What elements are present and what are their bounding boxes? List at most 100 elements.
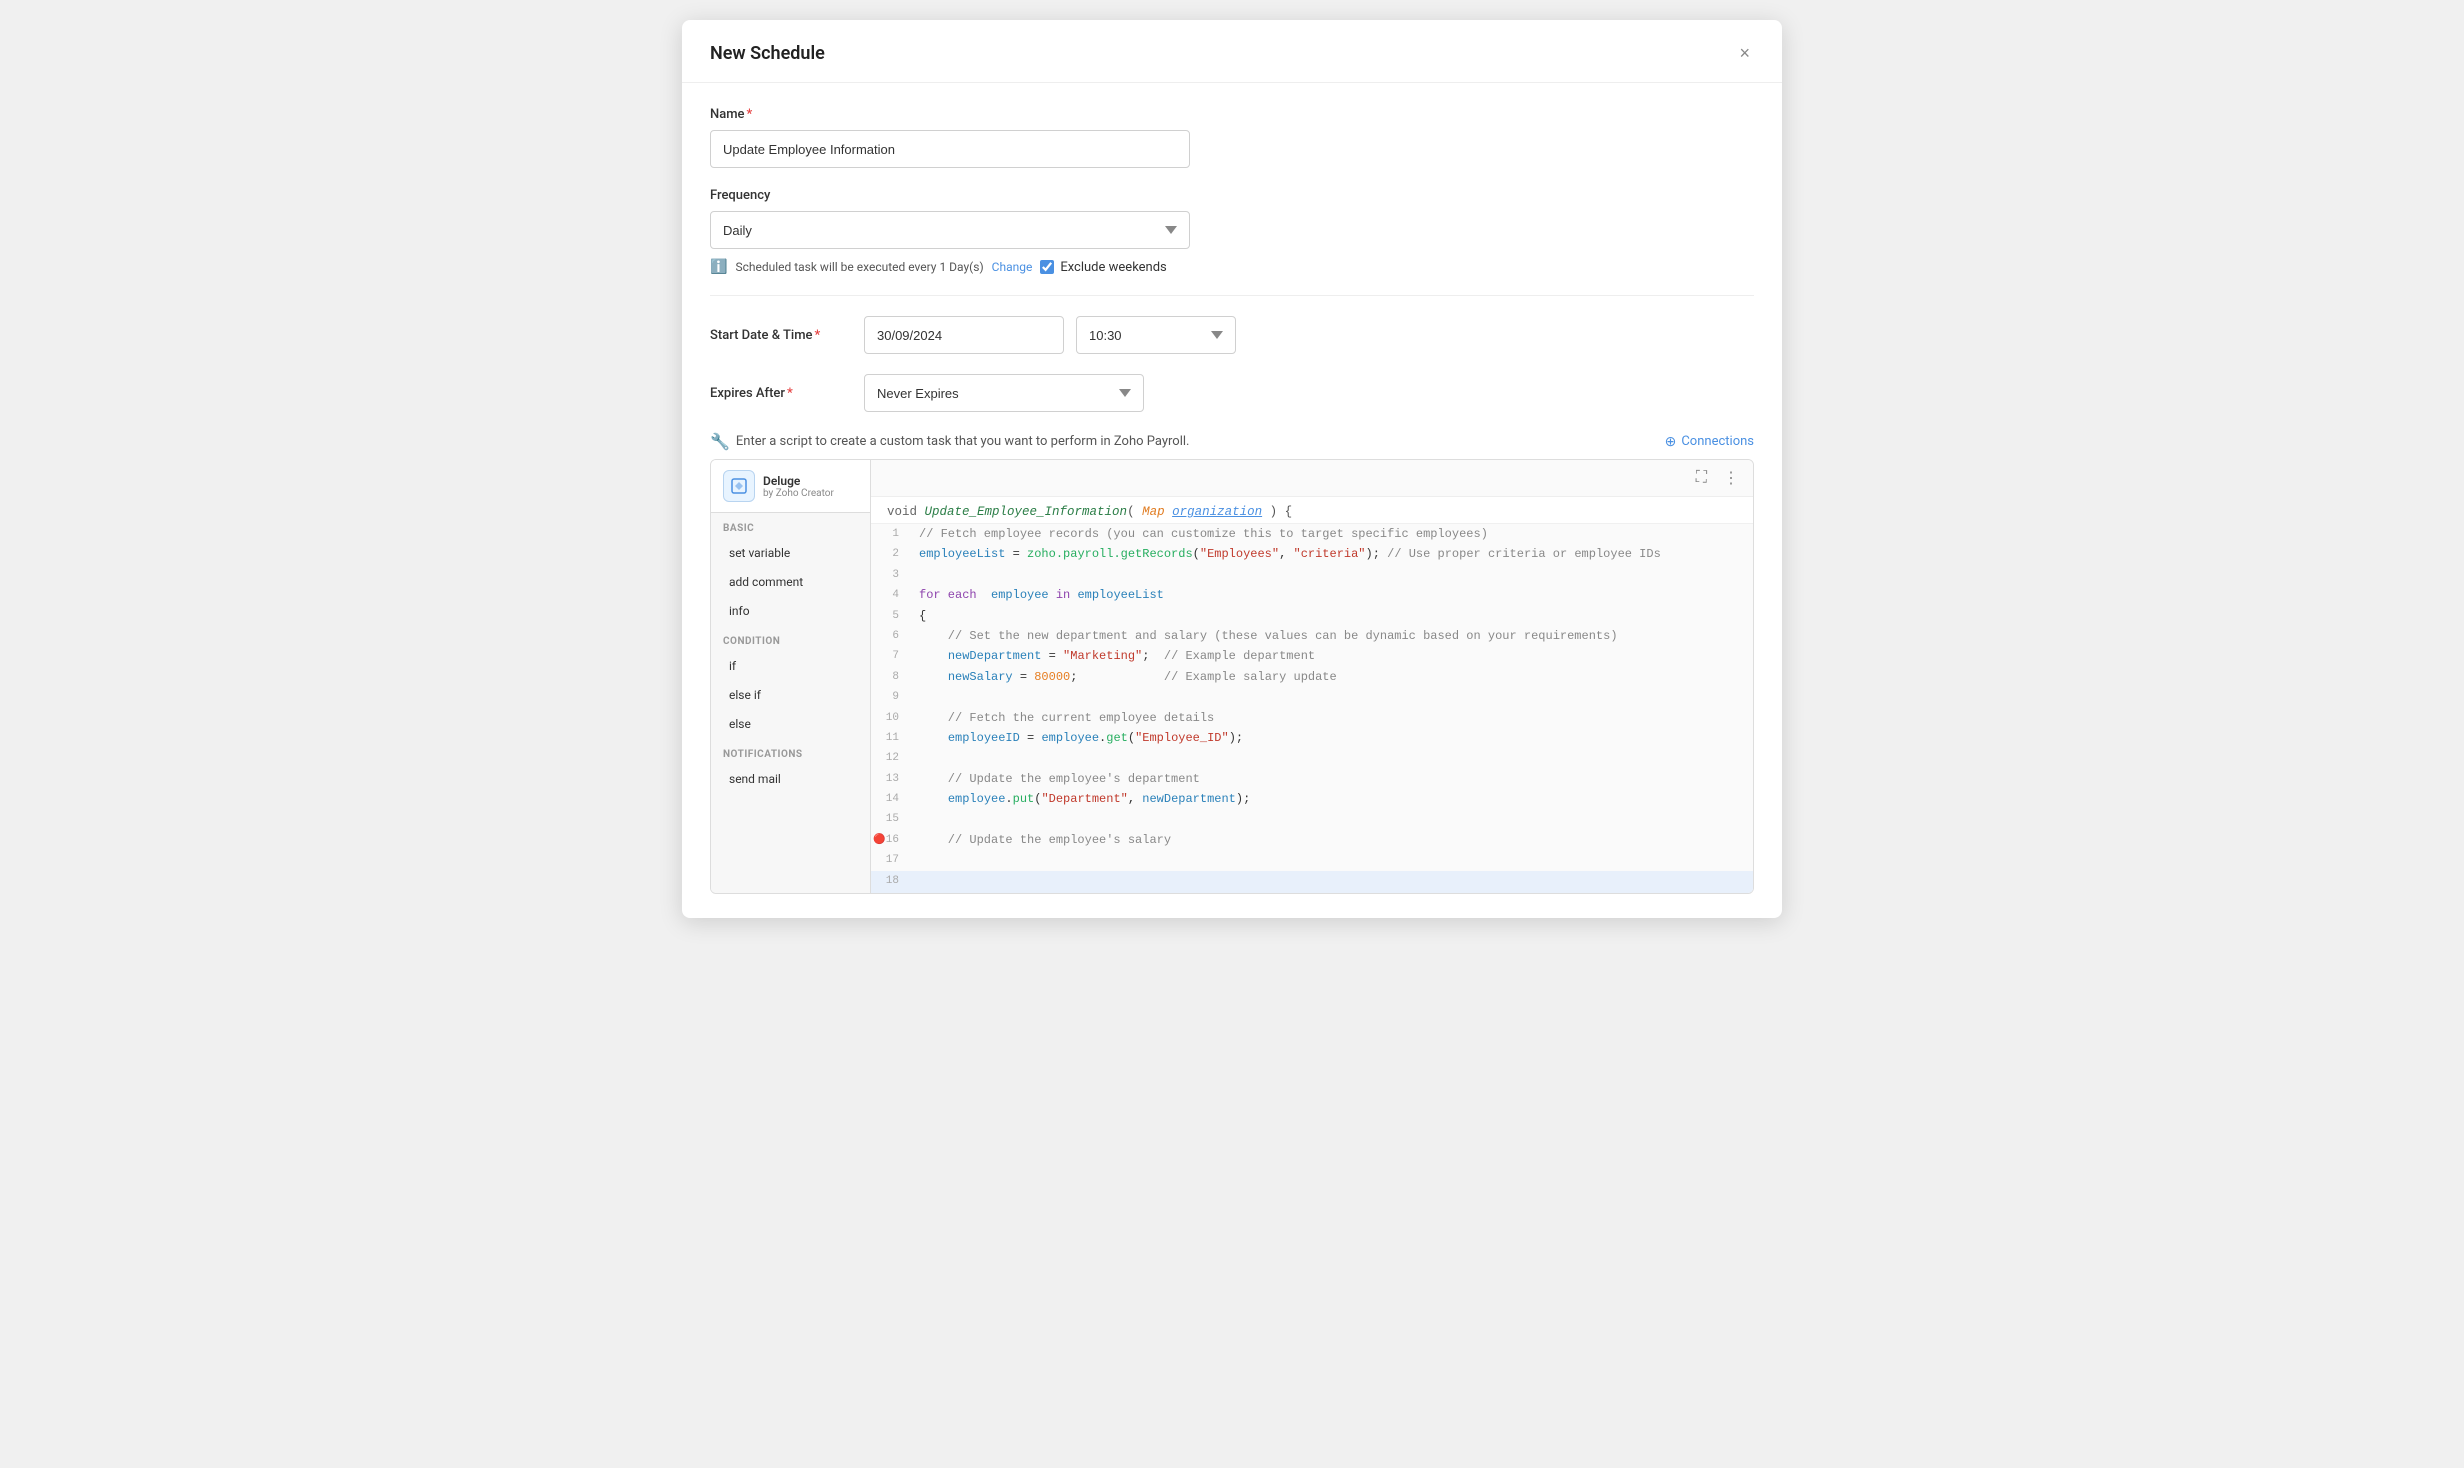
modal-title: New Schedule xyxy=(710,43,825,64)
line-num-16: 🔴 16 xyxy=(871,830,911,850)
line-num-2: 2 xyxy=(871,544,911,564)
function-header: void Update_Employee_Information( Map or… xyxy=(871,497,1753,524)
function-name: Update_Employee_Information xyxy=(925,505,1128,519)
script-info-bar: 🔧 Enter a script to create a custom task… xyxy=(710,432,1754,451)
exclude-weekends-label[interactable]: Exclude weekends xyxy=(1040,260,1166,275)
sidebar-item-info[interactable]: info xyxy=(717,597,864,625)
line-code-14: employee.put("Department", newDepartment… xyxy=(911,789,1258,809)
frequency-select[interactable]: Daily Weekly Monthly xyxy=(710,211,1190,249)
line-code-18 xyxy=(911,871,934,893)
line-num-11: 11 xyxy=(871,728,911,748)
line-code-4: for each employee in employeeList xyxy=(911,585,1172,605)
code-toolbar: ⛶ ⋮ xyxy=(871,460,1753,497)
name-section: Name* xyxy=(710,107,1754,168)
code-line-1: 1 // Fetch employee records (you can cus… xyxy=(871,524,1753,544)
line-code-6: // Set the new department and salary (th… xyxy=(911,626,1626,646)
basic-section-label: BASIC xyxy=(711,513,870,538)
expires-label: Expires After* xyxy=(710,386,840,401)
line-code-3 xyxy=(911,565,934,585)
code-line-14: 14 employee.put("Department", newDepartm… xyxy=(871,789,1753,809)
change-link[interactable]: Change xyxy=(992,260,1033,274)
sidebar-item-add-comment[interactable]: add comment xyxy=(717,568,864,596)
start-datetime-label: Start Date & Time* xyxy=(710,328,840,343)
line-num-13: 13 xyxy=(871,769,911,789)
name-label: Name* xyxy=(710,107,1754,122)
organization-link[interactable]: organization xyxy=(1172,505,1262,519)
start-datetime-row: Start Date & Time* 10:30 09:00 11:00 12:… xyxy=(710,316,1754,354)
code-panel[interactable]: ⛶ ⋮ void Update_Employee_Information( Ma… xyxy=(871,460,1753,893)
script-hint: 🔧 Enter a script to create a custom task… xyxy=(710,432,1189,451)
line-num-7: 7 xyxy=(871,646,911,666)
expires-row: Expires After* Never Expires After 1 occ… xyxy=(710,374,1754,412)
condition-section-label: CONDITION xyxy=(711,626,870,651)
line-num-10: 10 xyxy=(871,708,911,728)
code-line-3: 3 xyxy=(871,565,1753,585)
sidebar-item-set-variable[interactable]: set variable xyxy=(717,539,864,567)
expires-select[interactable]: Never Expires After 1 occurrence After 5… xyxy=(864,374,1144,412)
modal-body: Name* Frequency Daily Weekly Monthly ℹ️ … xyxy=(682,83,1782,918)
error-indicator: 🔴 xyxy=(873,832,885,849)
code-line-6: 6 // Set the new department and salary (… xyxy=(871,626,1753,646)
more-options-button[interactable]: ⋮ xyxy=(1719,466,1743,490)
line-num-1: 1 xyxy=(871,524,911,544)
code-line-9: 9 xyxy=(871,687,1753,707)
line-num-4: 4 xyxy=(871,585,911,605)
deluge-icon xyxy=(723,470,755,502)
sidebar-item-else-if[interactable]: else if xyxy=(717,681,864,709)
paren-open: ( xyxy=(1127,505,1142,519)
code-line-15: 15 xyxy=(871,809,1753,829)
wrench-icon: 🔧 xyxy=(710,432,730,451)
modal-header: New Schedule × xyxy=(682,20,1782,83)
line-num-15: 15 xyxy=(871,809,911,829)
line-num-9: 9 xyxy=(871,687,911,707)
code-sidebar: Deluge by Zoho Creator BASIC set variabl… xyxy=(711,460,871,893)
date-time-row: 10:30 09:00 11:00 12:00 xyxy=(864,316,1236,354)
code-line-17: 17 xyxy=(871,850,1753,870)
connections-link[interactable]: ⊕ Connections xyxy=(1665,434,1754,450)
code-area[interactable]: void Update_Employee_Information( Map or… xyxy=(871,497,1753,893)
frequency-section: Frequency Daily Weekly Monthly ℹ️ Schedu… xyxy=(710,188,1754,275)
sidebar-item-send-mail[interactable]: send mail xyxy=(717,765,864,793)
code-line-7: 7 newDepartment = "Marketing"; // Exampl… xyxy=(871,646,1753,666)
line-num-12: 12 xyxy=(871,748,911,768)
line-code-5: { xyxy=(911,606,934,626)
paren-close: ) { xyxy=(1262,505,1292,519)
line-num-18: 18 xyxy=(871,871,911,893)
new-schedule-modal: New Schedule × Name* Frequency Daily Wee… xyxy=(682,20,1782,918)
code-line-18[interactable]: 18 xyxy=(871,871,1753,893)
name-required: * xyxy=(747,107,753,122)
line-code-13: // Update the employee's department xyxy=(911,769,1208,789)
name-input[interactable] xyxy=(710,130,1190,168)
notifications-section-label: NOTIFICATIONS xyxy=(711,739,870,764)
line-num-3: 3 xyxy=(871,565,911,585)
code-line-8: 8 newSalary = 80000; // Example salary u… xyxy=(871,667,1753,687)
code-line-11: 11 employeeID = employee.get("Employee_I… xyxy=(871,728,1753,748)
sidebar-item-else[interactable]: else xyxy=(717,710,864,738)
line-code-16: // Update the employee's salary xyxy=(911,830,1179,850)
connections-circle-icon: ⊕ xyxy=(1665,434,1677,450)
frequency-info-text: Scheduled task will be executed every 1 … xyxy=(735,260,983,274)
line-code-1: // Fetch employee records (you can custo… xyxy=(911,524,1496,544)
line-num-14: 14 xyxy=(871,789,911,809)
deluge-header: Deluge by Zoho Creator xyxy=(711,460,870,513)
line-code-12 xyxy=(911,748,934,768)
exclude-weekends-checkbox[interactable] xyxy=(1040,260,1054,274)
line-code-10: // Fetch the current employee details xyxy=(911,708,1222,728)
code-line-16: 🔴 16 // Update the employee's salary xyxy=(871,830,1753,850)
code-line-10: 10 // Fetch the current employee details xyxy=(871,708,1753,728)
divider-1 xyxy=(710,295,1754,296)
deluge-text: Deluge by Zoho Creator xyxy=(763,474,834,499)
code-line-2: 2 employeeList = zoho.payroll.getRecords… xyxy=(871,544,1753,564)
line-code-15 xyxy=(911,809,934,829)
code-line-12: 12 xyxy=(871,748,1753,768)
start-date-input[interactable] xyxy=(864,316,1064,354)
void-keyword: void xyxy=(887,505,925,519)
code-line-4: 4 for each employee in employeeList xyxy=(871,585,1753,605)
close-button[interactable]: × xyxy=(1735,40,1754,66)
line-code-2: employeeList = zoho.payroll.getRecords("… xyxy=(911,544,1669,564)
start-time-select[interactable]: 10:30 09:00 11:00 12:00 xyxy=(1076,316,1236,354)
map-keyword: Map xyxy=(1142,505,1172,519)
line-num-17: 17 xyxy=(871,850,911,870)
sidebar-item-if[interactable]: if xyxy=(717,652,864,680)
expand-button[interactable]: ⛶ xyxy=(1692,467,1711,489)
